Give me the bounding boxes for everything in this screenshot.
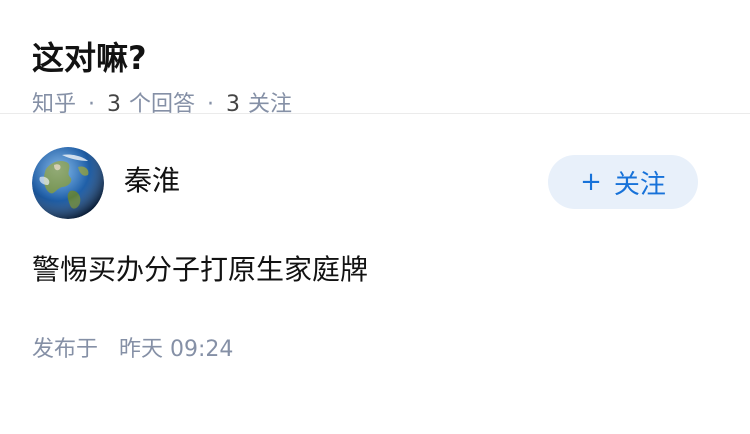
author-row: 秦淮 + 关注: [32, 147, 718, 219]
follow-button[interactable]: + 关注: [548, 155, 698, 209]
meta-separator: ·: [88, 92, 96, 117]
answer-time: 发布于 昨天 09:24: [32, 334, 718, 366]
published-time: 昨天 09:24: [119, 337, 234, 362]
avatar[interactable]: [32, 147, 104, 219]
earth-globe-avatar-icon: [32, 147, 104, 219]
author-name[interactable]: 秦淮: [124, 159, 548, 199]
answer-content[interactable]: 警惕买办分子打原生家庭牌: [32, 250, 718, 290]
meta-separator: ·: [207, 92, 215, 117]
follower-count-label: 关注: [248, 92, 293, 117]
answer-count-label: 个回答: [129, 92, 196, 117]
follower-count: 3: [226, 92, 241, 117]
plus-icon: +: [580, 167, 602, 197]
question-header: 这对嘛? 知乎 · 3 个回答 · 3 关注: [0, 0, 750, 117]
published-label: 发布于: [32, 337, 99, 362]
answer-count: 3: [107, 92, 122, 117]
question-title[interactable]: 这对嘛?: [32, 36, 718, 80]
answer-card: 秦淮 + 关注 警惕买办分子打原生家庭牌 发布于 昨天 09:24: [0, 114, 750, 366]
source-label[interactable]: 知乎: [32, 89, 76, 121]
follow-button-label: 关注: [613, 169, 666, 200]
